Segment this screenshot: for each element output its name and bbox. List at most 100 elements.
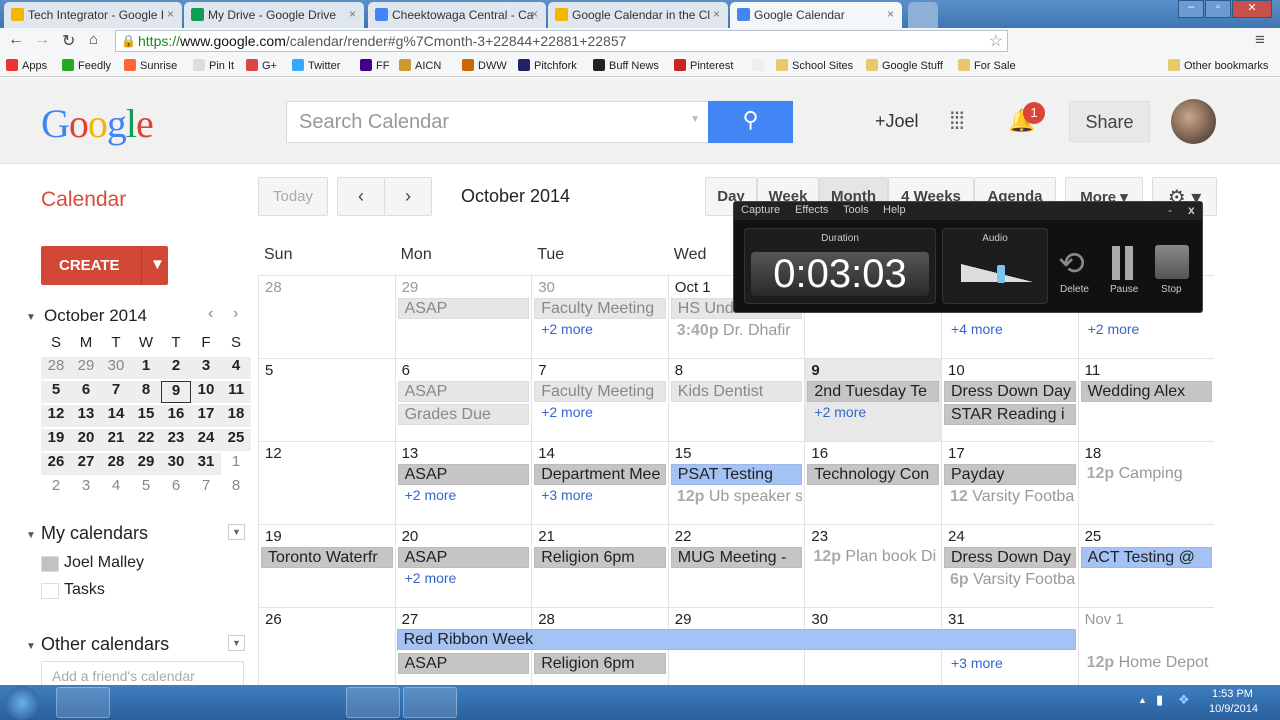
my-calendars-menu-icon[interactable]: ▼ bbox=[228, 524, 245, 540]
day-number[interactable]: 20 bbox=[402, 528, 419, 545]
calendar-color-swatch[interactable] bbox=[41, 583, 59, 599]
mini-day[interactable]: 30 bbox=[101, 357, 131, 379]
mini-day[interactable]: 20 bbox=[71, 429, 101, 451]
more-events-link[interactable]: +2 more bbox=[405, 487, 457, 503]
day-number[interactable]: 18 bbox=[1085, 445, 1102, 462]
day-number[interactable]: 17 bbox=[948, 445, 965, 462]
calendar-event[interactable]: 12p Plan book Di bbox=[807, 547, 939, 568]
day-cell[interactable]: Nov 1 12p Home Depot bbox=[1077, 607, 1215, 690]
day-cell[interactable]: 17 Payday 12 Varsity Footba bbox=[941, 441, 1078, 524]
more-events-link[interactable]: +3 more bbox=[951, 655, 1003, 671]
calendar-item[interactable]: Joel Malley bbox=[64, 554, 144, 572]
power-icon[interactable]: ▮ bbox=[1156, 692, 1163, 708]
other-calendars-menu-icon[interactable]: ▼ bbox=[228, 635, 245, 651]
recorder-taskbar-icon[interactable] bbox=[403, 687, 457, 718]
show-hidden-icons-icon[interactable]: ▲ bbox=[1138, 695, 1147, 705]
tab-close-icon[interactable]: × bbox=[713, 7, 720, 21]
mini-day[interactable]: 24 bbox=[191, 429, 221, 451]
day-cell[interactable]: 11 Wedding Alex bbox=[1077, 358, 1215, 441]
calendar-event[interactable]: Technology Con bbox=[807, 464, 939, 485]
day-cell[interactable]: 23 12p Plan book Di bbox=[804, 524, 941, 607]
browser-tab[interactable]: Google Calendar × bbox=[730, 2, 902, 28]
delete-icon[interactable]: ⟲ bbox=[1058, 244, 1085, 282]
day-number[interactable]: 31 bbox=[948, 611, 965, 628]
day-cell[interactable]: 29 ASAP bbox=[394, 275, 532, 358]
calendar-event[interactable]: PSAT Testing bbox=[670, 464, 803, 485]
next-period-button[interactable]: › bbox=[384, 177, 432, 216]
search-options-icon[interactable]: ▼ bbox=[690, 114, 700, 125]
recorder-menu-tools[interactable]: Tools bbox=[843, 204, 869, 216]
new-tab-button[interactable] bbox=[908, 2, 938, 28]
day-cell[interactable]: 25 ACT Testing @ bbox=[1077, 524, 1215, 607]
calendar-event[interactable]: STAR Reading i bbox=[944, 404, 1076, 425]
day-cell[interactable]: 19 Toronto Waterfr bbox=[258, 524, 395, 607]
day-cell[interactable]: 24 Dress Down Day 6p Varsity Footba bbox=[941, 524, 1078, 607]
day-number[interactable]: Nov 1 bbox=[1085, 611, 1124, 628]
more-events-link[interactable]: +2 more bbox=[541, 321, 593, 337]
calendar-event[interactable]: Grades Due bbox=[397, 404, 530, 425]
bookmark-item[interactable]: FF bbox=[360, 59, 389, 72]
more-events-link[interactable]: +2 more bbox=[405, 570, 457, 586]
collapse-triangle-icon[interactable]: ▼ bbox=[26, 641, 36, 652]
mini-day[interactable]: 18 bbox=[221, 405, 251, 427]
mini-day[interactable]: 26 bbox=[41, 453, 71, 475]
tab-close-icon[interactable]: × bbox=[531, 7, 538, 21]
mini-day[interactable]: 22 bbox=[131, 429, 161, 451]
mini-day[interactable]: 1 bbox=[131, 357, 161, 379]
apps-grid-icon[interactable]: ⁞⁞⁞ bbox=[949, 108, 965, 136]
forward-icon[interactable]: → bbox=[34, 31, 50, 49]
dropbox-icon[interactable]: ❖ bbox=[1178, 692, 1190, 708]
day-number[interactable]: 29 bbox=[675, 611, 692, 628]
search-button[interactable]: ⚲ bbox=[708, 101, 793, 143]
tab-close-icon[interactable]: × bbox=[887, 7, 894, 21]
day-cell[interactable]: 14 Department Mee +3 more bbox=[531, 441, 668, 524]
calendar-event[interactable]: MUG Meeting - bbox=[670, 547, 803, 568]
internet-explorer-taskbar-icon[interactable] bbox=[288, 687, 342, 718]
clock-time[interactable]: 1:53 PM bbox=[1212, 688, 1253, 700]
bookmark-item[interactable]: G+ bbox=[246, 59, 277, 72]
file-explorer-taskbar-icon[interactable] bbox=[112, 687, 166, 718]
recorder-minimize-button[interactable]: - bbox=[1168, 203, 1172, 217]
mini-next-icon[interactable]: › bbox=[233, 305, 238, 323]
day-number[interactable]: 28 bbox=[265, 279, 282, 296]
day-number[interactable]: 15 bbox=[675, 445, 692, 462]
day-cell[interactable]: 21 Religion 6pm bbox=[531, 524, 668, 607]
day-cell[interactable]: 18 12p Camping bbox=[1077, 441, 1215, 524]
calendar-event[interactable]: ASAP bbox=[397, 381, 530, 402]
mini-day[interactable]: 9 bbox=[161, 381, 191, 403]
mini-day[interactable]: 7 bbox=[101, 381, 131, 403]
calendar-event[interactable]: Kids Dentist bbox=[670, 381, 803, 402]
mini-day[interactable]: 12 bbox=[41, 405, 71, 427]
calendar-event[interactable]: ASAP bbox=[397, 298, 530, 319]
recorder-menu-capture[interactable]: Capture bbox=[741, 204, 780, 216]
share-button[interactable]: Share bbox=[1069, 101, 1150, 142]
mini-day[interactable]: 31 bbox=[191, 453, 221, 475]
bookmark-item[interactable]: Google Stuff bbox=[866, 59, 943, 72]
day-number[interactable]: 25 bbox=[1085, 528, 1102, 545]
day-cell[interactable]: 10 Dress Down Day STAR Reading i bbox=[941, 358, 1078, 441]
user-link[interactable]: +Joel bbox=[875, 111, 919, 132]
calendar-event[interactable]: 12 Varsity Footba bbox=[944, 487, 1076, 508]
bookmark-item[interactable]: Feedly bbox=[62, 59, 111, 72]
day-number[interactable]: 29 bbox=[402, 279, 419, 296]
maximize-window-button[interactable]: ▫ bbox=[1205, 0, 1231, 18]
mini-day[interactable]: 30 bbox=[161, 453, 191, 475]
mini-day[interactable]: 1 bbox=[221, 453, 251, 475]
bookmark-item[interactable]: AICN bbox=[399, 59, 441, 72]
day-number[interactable]: 23 bbox=[811, 528, 828, 545]
start-button[interactable] bbox=[5, 686, 39, 720]
more-events-link[interactable]: +3 more bbox=[541, 487, 593, 503]
add-friend-calendar-input[interactable]: Add a friend's calendar bbox=[41, 661, 244, 687]
day-number[interactable]: 22 bbox=[675, 528, 692, 545]
mini-day[interactable]: 6 bbox=[71, 381, 101, 403]
day-cell[interactable]: 28 bbox=[258, 275, 395, 358]
calendar-color-swatch[interactable] bbox=[41, 556, 59, 572]
calendar-event[interactable]: 2nd Tuesday Te bbox=[807, 381, 939, 402]
day-number[interactable]: 19 bbox=[265, 528, 282, 545]
bookmark-item[interactable]: DWW bbox=[462, 59, 507, 72]
calendar-event[interactable]: Faculty Meeting bbox=[534, 381, 666, 402]
calendar-event[interactable]: ASAP bbox=[397, 464, 530, 485]
calendar-event[interactable]: 12p Camping bbox=[1081, 464, 1213, 485]
mini-day[interactable]: 4 bbox=[221, 357, 251, 379]
mini-day[interactable]: 21 bbox=[101, 429, 131, 451]
